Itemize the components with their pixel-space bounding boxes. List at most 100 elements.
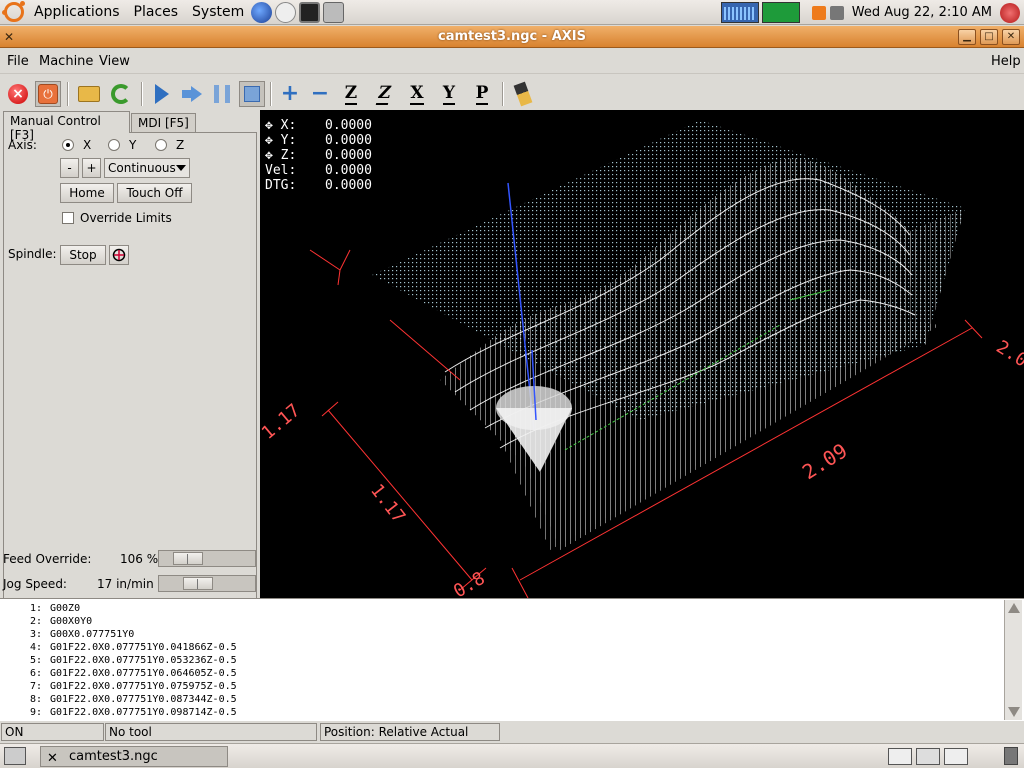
trash-icon[interactable] [1004,747,1018,765]
pause-button[interactable] [209,81,235,107]
close-button[interactable]: ✕ [1002,29,1020,45]
clear-plot-button[interactable] [510,81,536,107]
dro-value: 0.0000 [325,133,372,148]
window-titlebar[interactable]: ✕ camtest3.ngc - AXIS ▁ □ ✕ [0,26,1024,48]
gcode-line[interactable]: 5: G01F22.0X0.077751Y0.053236Z-0.5 [20,654,237,667]
spindle-label: Spindle: [8,247,57,261]
gcode-line[interactable]: 6: G01F22.0X0.077751Y0.064605Z-0.5 [20,667,237,680]
calculator-icon[interactable] [323,1,345,23]
taskbar-item-axis[interactable]: ✕ camtest3.ngc [40,746,228,767]
view-y-button[interactable]: Y [436,81,462,107]
machine-state: ON [1,723,104,741]
run-button[interactable] [149,81,175,107]
applications-menu[interactable]: Applications [30,0,124,25]
toolbar-separator [502,82,504,106]
tool-state: No tool [105,723,317,741]
gcode-line[interactable]: 1: G00Z0 [20,602,80,615]
axis-x-radio[interactable] [62,139,74,151]
minimize-button[interactable]: ▁ [958,29,976,45]
estop-icon: × [8,84,28,104]
feed-override-thumb[interactable] [173,552,203,565]
manual-control-panel: Manual Control [F3] MDI [F5] Axis: X Y Z… [0,110,259,654]
reload-button[interactable] [108,81,134,107]
clock[interactable]: Wed Aug 22, 2:10 AM [846,5,1000,20]
scroll-up-icon[interactable] [1008,603,1020,613]
dro-label: ✥ X: [265,118,297,133]
ubuntu-logo-icon[interactable] [2,1,25,22]
menu-machine[interactable]: Machine [39,54,93,69]
dro-row-dtg: DTG: 0.0000 [265,178,385,193]
zoom-in-icon: + [280,81,300,106]
jog-increment-select[interactable]: Continuous [104,158,190,178]
zoom-in-button[interactable]: + [277,81,303,107]
scroll-down-icon[interactable] [1008,707,1020,717]
machine-power-button[interactable]: ⏻ [35,81,61,107]
view-z-button[interactable]: Z [338,81,364,107]
gcode-line[interactable]: 4: G01F22.0X0.077751Y0.041866Z-0.5 [20,641,237,654]
zoom-out-icon: − [310,81,330,106]
menu-help[interactable]: Help [991,54,1021,69]
gcode-listing[interactable]: 1: G00Z0 2: G00X0Y0 3: G00X0.077751Y0 4: G01… [0,598,1024,721]
cpu-monitor-icon[interactable] [720,2,759,23]
gcode-line[interactable]: 8: G01F22.0X0.077751Y0.087344Z-0.5 [20,693,237,706]
network-monitor-icon[interactable] [761,2,800,23]
workspace-2[interactable] [916,748,940,765]
feed-override-slider[interactable] [158,550,256,567]
jog-speed-thumb[interactable] [183,577,213,590]
menu-file[interactable]: File [7,54,29,69]
power-icon: ⏻ [38,84,58,104]
email-icon[interactable] [275,1,297,23]
step-button[interactable] [179,81,205,107]
view-z-rotated-button[interactable]: Z [371,81,397,107]
tab-manual-control[interactable]: Manual Control [F3] [3,111,130,142]
web-browser-icon[interactable] [251,1,273,23]
jog-speed-label: Jog Speed: [3,577,67,591]
desktop: Applications Places System Wed Aug 22, 2… [0,0,1024,768]
home-button[interactable]: Home [60,183,114,203]
spindle-stop-button[interactable]: Stop [60,245,106,265]
gcode-line[interactable]: 3: G00X0.077751Y0 [20,628,134,641]
gcode-line[interactable]: 7: G01F22.0X0.077751Y0.075975Z-0.5 [20,680,237,693]
feed-override-value: 106 % [120,552,159,566]
menu-view[interactable]: View [99,54,130,69]
view-perspective-button[interactable]: P [469,81,495,107]
dro-readout: ✥ X: 0.0000 ✥ Y: 0.0000 ✥ Z: 0.0000 Vel: 0.0… [265,118,385,193]
toolpath-preview[interactable]: 1.17 1.17 2.09 2.0 0.8 ✥ X: 0.0000 ✥ Y: 0.… [260,110,1024,598]
jog-increment-value: Continuous [108,161,176,175]
shutdown-icon[interactable] [1000,2,1020,23]
open-file-button[interactable] [76,81,102,107]
dro-value: 0.0000 [325,163,372,178]
terminal-icon[interactable] [299,1,321,23]
system-menu[interactable]: System [188,0,248,25]
extent-line [389,319,461,381]
volume-icon[interactable] [829,5,844,20]
dro-row-y: ✥ Y: 0.0000 [265,133,385,148]
toolbar: × ⏻ + − Z Z X Y P [0,76,1024,110]
dim-right-label: 2.0 [992,336,1024,371]
maximize-button[interactable]: □ [980,29,998,45]
update-notifier-icon[interactable] [811,5,826,20]
touch-off-button[interactable]: Touch Off [117,183,192,203]
jog-minus-button[interactable]: - [60,158,79,178]
workspace-3[interactable] [944,748,968,765]
view-x-button[interactable]: X [404,81,430,107]
axis-z-radio[interactable] [155,139,167,151]
workspace-1[interactable] [888,748,912,765]
jog-plus-button[interactable]: + [82,158,101,178]
gcode-line[interactable]: 9: G01F22.0X0.077751Y0.098714Z-0.5 [20,706,237,719]
zoom-out-button[interactable]: − [307,81,333,107]
stop-button[interactable] [239,81,265,107]
show-desktop-icon[interactable] [4,747,26,765]
spindle-brake-button[interactable] [109,245,129,265]
places-menu[interactable]: Places [130,0,183,25]
tab-mdi[interactable]: MDI [F5] [131,113,196,133]
override-limits-checkbox[interactable] [62,212,74,224]
axis-x-label: X [83,138,92,152]
estop-button[interactable]: × [5,81,31,107]
gcode-line[interactable]: 2: G00X0Y0 [20,615,92,628]
top-panel: Applications Places System Wed Aug 22, 2… [0,0,1024,25]
gcode-scrollbar[interactable] [1004,600,1022,720]
toolbar-separator [67,82,69,106]
jog-speed-slider[interactable] [158,575,256,592]
axis-y-radio[interactable] [108,139,120,151]
